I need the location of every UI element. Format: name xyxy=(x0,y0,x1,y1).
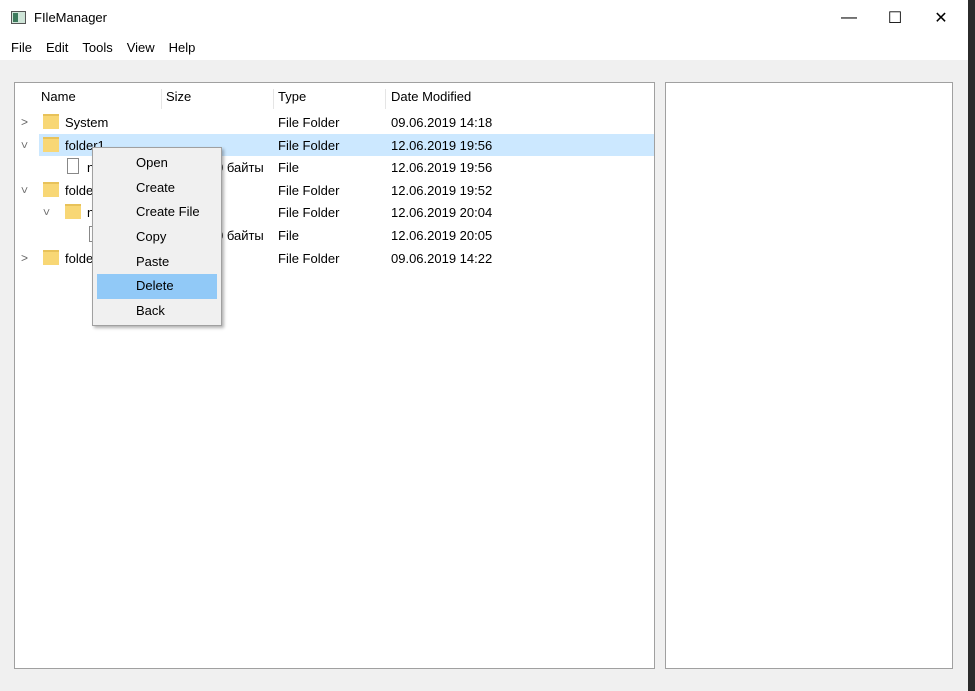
context-menu-item-create-file[interactable]: Create File xyxy=(97,200,217,225)
menu-help[interactable]: Help xyxy=(162,36,203,60)
row-type: File Folder xyxy=(278,250,340,266)
context-menu-item-open[interactable]: Open xyxy=(97,151,217,176)
window-edge xyxy=(968,0,975,691)
chevron-down-icon[interactable]: > xyxy=(18,141,32,148)
row-date: 12.06.2019 19:52 xyxy=(391,182,493,198)
row-size: 0 байты xyxy=(216,228,264,243)
title-bar: FIleManager — ☐ ✕ xyxy=(0,0,968,36)
row-date: 12.06.2019 20:04 xyxy=(391,205,493,221)
row-size: 0 байты xyxy=(216,160,264,176)
chevron-down-icon[interactable]: > xyxy=(40,209,54,216)
context-menu-item-create[interactable]: Create xyxy=(97,176,217,201)
chevron-down-icon[interactable]: > xyxy=(18,186,32,193)
preview-panel xyxy=(665,82,953,669)
row-date: 12.06.2019 19:56 xyxy=(391,137,493,153)
row-type: File Folder xyxy=(278,182,340,198)
row-type: File Folder xyxy=(278,115,340,130)
row-date: 12.06.2019 19:56 xyxy=(391,160,493,176)
row-type: File xyxy=(278,160,299,176)
folder-icon xyxy=(43,114,59,129)
context-menu-item-back[interactable]: Back xyxy=(97,299,217,324)
column-date[interactable]: Date Modified xyxy=(386,89,506,109)
menu-view[interactable]: View xyxy=(120,36,162,60)
tree-header: Name Size Type Date Modified xyxy=(15,83,654,109)
row-type: File Folder xyxy=(278,137,340,153)
menu-edit[interactable]: Edit xyxy=(39,36,75,60)
window-title: FIleManager xyxy=(34,10,107,25)
chevron-right-icon[interactable]: > xyxy=(21,115,28,129)
app-icon xyxy=(11,11,26,24)
folder-icon xyxy=(43,136,59,152)
column-size[interactable]: Size xyxy=(162,89,274,109)
chevron-right-icon[interactable]: > xyxy=(21,251,28,265)
row-type: File xyxy=(278,228,299,243)
row-name: System xyxy=(65,115,109,130)
minimize-button[interactable]: — xyxy=(826,0,872,36)
row-type: File Folder xyxy=(278,205,340,221)
column-name[interactable]: Name xyxy=(15,89,162,109)
maximize-button[interactable]: ☐ xyxy=(872,0,918,36)
context-menu-item-delete[interactable]: Delete xyxy=(97,274,217,300)
tree-row[interactable]: > System File Folder 09.06.2019 14:18 xyxy=(15,111,654,133)
folder-icon xyxy=(65,204,81,220)
row-date: 09.06.2019 14:18 xyxy=(391,115,493,130)
menu-tools[interactable]: Tools xyxy=(75,36,119,60)
row-name: folde xyxy=(65,182,94,198)
folder-icon xyxy=(43,181,59,197)
status-bar xyxy=(0,669,968,691)
row-name: folde xyxy=(65,250,94,266)
context-menu-item-paste[interactable]: Paste xyxy=(97,250,217,275)
column-type[interactable]: Type xyxy=(274,89,386,109)
row-date: 12.06.2019 20:05 xyxy=(391,228,493,243)
context-menu-item-copy[interactable]: Copy xyxy=(97,225,217,250)
folder-icon xyxy=(43,249,59,265)
menu-bar: File Edit Tools View Help xyxy=(0,36,968,60)
menu-file[interactable]: File xyxy=(4,36,39,60)
close-button[interactable]: ✕ xyxy=(918,0,964,36)
row-date: 09.06.2019 14:22 xyxy=(391,250,493,266)
file-icon xyxy=(67,158,79,175)
context-menu: Open Create Create File Copy Paste Delete Back xyxy=(92,147,222,326)
